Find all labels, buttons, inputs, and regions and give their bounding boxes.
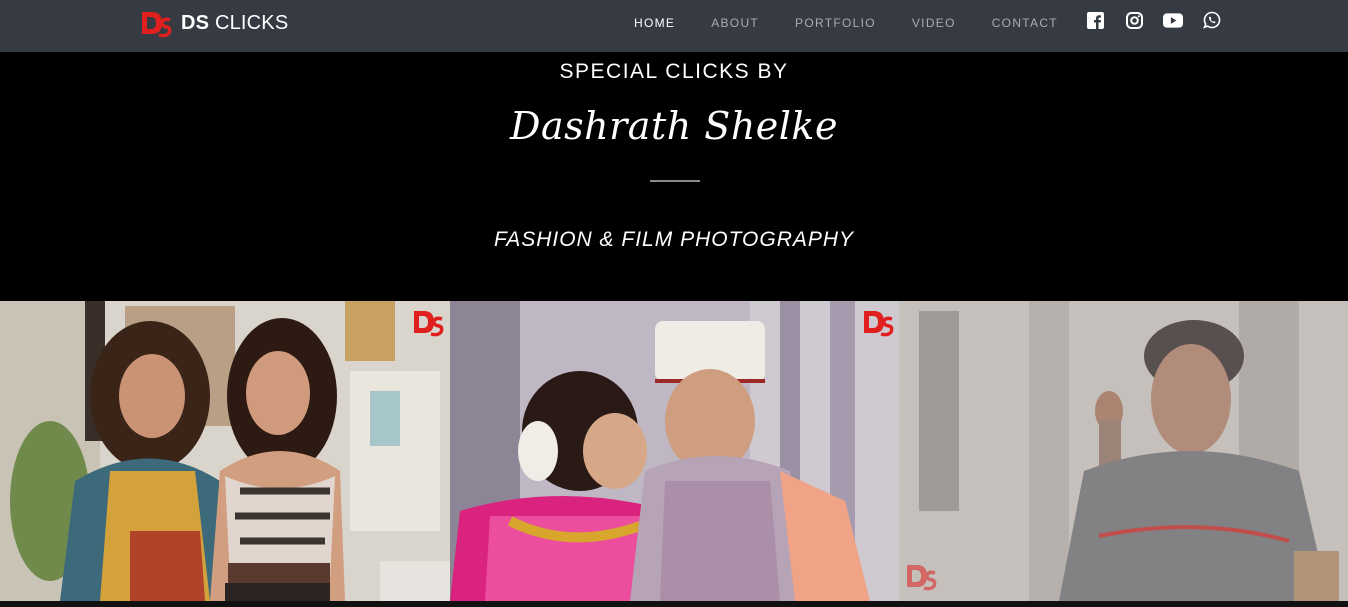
brand-name: DS CLICKS (181, 11, 289, 34)
nav-home[interactable]: HOME (634, 16, 675, 30)
gallery-photo-wedding-couple[interactable] (450, 301, 899, 601)
instagram-icon[interactable] (1124, 10, 1144, 30)
hero-kicker: SPECIAL CLICKS BY (559, 60, 789, 83)
whatsapp-icon[interactable] (1202, 10, 1222, 30)
gallery-photo-man-in-room[interactable] (899, 301, 1348, 601)
ds-logo-icon (142, 12, 172, 38)
brand-link[interactable]: DS CLICKS (140, 8, 288, 38)
hero-section: SPECIAL CLICKS BY Dashrath Shelke FASHIO… (0, 52, 1348, 301)
nav-contact[interactable]: CONTACT (992, 16, 1058, 30)
hero-divider (650, 180, 700, 182)
youtube-icon[interactable] (1163, 10, 1183, 30)
nav-portfolio[interactable]: PORTFOLIO (795, 16, 876, 30)
photo-gallery (0, 301, 1348, 601)
watermark-logo-icon (414, 311, 444, 337)
bottom-strip (0, 601, 1348, 607)
nav-about[interactable]: ABOUT (711, 16, 759, 30)
photographer-name: Dashrath Shelke (510, 104, 838, 148)
watermark-logo-icon (907, 565, 937, 591)
main-menu: HOME ABOUT PORTFOLIO VIDEO CONTACT (634, 0, 1094, 45)
facebook-icon[interactable] (1085, 10, 1105, 30)
hero-tagline: FASHION & FILM PHOTOGRAPHY (493, 228, 855, 251)
social-links (1085, 10, 1241, 30)
gallery-photo-two-women[interactable] (0, 301, 450, 601)
nav-video[interactable]: VIDEO (912, 16, 956, 30)
watermark-logo-icon (864, 311, 894, 337)
top-navbar: DS CLICKS HOME ABOUT PORTFOLIO VIDEO CON… (0, 0, 1348, 52)
